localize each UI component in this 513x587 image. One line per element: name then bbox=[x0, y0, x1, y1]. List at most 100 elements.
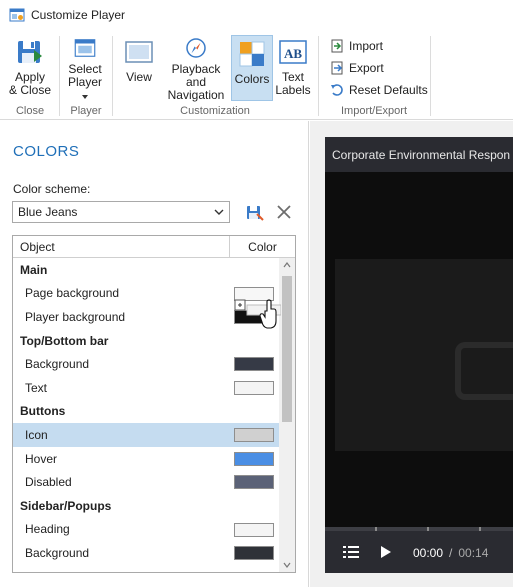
colors-button[interactable]: Colors bbox=[231, 35, 273, 101]
time-total: 00:14 bbox=[458, 546, 489, 560]
text-labels-button[interactable]: AB Text Labels bbox=[275, 34, 311, 102]
group-label-player: Player bbox=[70, 105, 102, 117]
table-row[interactable]: Disabled bbox=[13, 470, 279, 494]
reset-defaults-button[interactable]: Reset Defaults bbox=[330, 80, 428, 100]
player-window-icon bbox=[74, 39, 96, 57]
group-row: Top/Bottom bar bbox=[13, 328, 279, 353]
group-row: Buttons bbox=[13, 399, 279, 424]
color-swatch[interactable] bbox=[234, 428, 274, 443]
playback-navigation-button[interactable]: Playback and Navigation bbox=[161, 34, 231, 102]
group-label: Main bbox=[20, 262, 48, 277]
slide-shape bbox=[455, 342, 513, 400]
svg-text:AB: AB bbox=[284, 46, 302, 61]
apply-close-button[interactable]: Apply & Close bbox=[8, 34, 52, 102]
group-label-import-export: Import/Export bbox=[340, 105, 408, 117]
object-label: Icon bbox=[25, 427, 48, 442]
export-icon bbox=[331, 61, 343, 75]
column-header-object: Object bbox=[20, 240, 55, 254]
column-header-color: Color bbox=[229, 236, 295, 257]
object-label: Page background bbox=[25, 286, 120, 301]
view-button[interactable]: View bbox=[119, 34, 159, 102]
color-scheme-value: Blue Jeans bbox=[18, 205, 78, 219]
playback-label-2: Navigation bbox=[167, 88, 225, 102]
group-row: Main bbox=[13, 258, 279, 282]
ribbon-separator bbox=[112, 36, 113, 116]
view-icon bbox=[125, 41, 153, 63]
object-label: Text bbox=[25, 380, 48, 395]
table-row[interactable]: Text bbox=[13, 376, 279, 400]
progress-marker bbox=[375, 527, 377, 531]
player-controls: 00:00 / 00:14 bbox=[325, 527, 513, 573]
color-table: Object Color Main Page background Player b… bbox=[12, 235, 296, 573]
title-bar: Customize Player bbox=[0, 0, 513, 30]
table-row[interactable]: Icon bbox=[13, 423, 279, 447]
play-icon[interactable] bbox=[380, 545, 392, 559]
chevron-down-icon bbox=[214, 209, 224, 215]
color-swatch[interactable] bbox=[234, 522, 274, 537]
time-separator: / bbox=[449, 546, 453, 560]
player-title-bar: Corporate Environmental Respon bbox=[325, 137, 513, 172]
ribbon-separator bbox=[59, 36, 60, 116]
color-scheme-label: Color scheme: bbox=[13, 182, 91, 196]
select-player-button[interactable]: Select Player bbox=[64, 34, 106, 102]
outline-menu-icon[interactable] bbox=[343, 546, 359, 558]
color-swatch[interactable] bbox=[234, 380, 274, 395]
object-label: Background bbox=[25, 357, 90, 372]
table-scrollbar[interactable] bbox=[279, 258, 295, 572]
group-row: Sidebar/Popups bbox=[13, 493, 279, 518]
color-swatch[interactable] bbox=[234, 546, 274, 561]
table-row[interactable]: Hover bbox=[13, 447, 279, 471]
player-frame: Corporate Environmental Respon 00:00/00:… bbox=[325, 137, 513, 573]
group-label-close: Close bbox=[15, 105, 45, 117]
object-label: Player background bbox=[25, 309, 126, 324]
color-swatch[interactable] bbox=[234, 475, 274, 490]
customize-player-icon bbox=[9, 8, 25, 22]
colors-panel: COLORS Color scheme: Blue Jeans Object C… bbox=[0, 121, 309, 587]
ribbon: Apply & Close Select Player View Playbac… bbox=[0, 30, 513, 120]
color-swatch[interactable] bbox=[234, 357, 274, 372]
scroll-down-icon[interactable] bbox=[283, 562, 291, 568]
group-label-customization: Customization bbox=[180, 105, 250, 117]
import-button[interactable]: Import bbox=[330, 36, 383, 56]
player-preview: Corporate Environmental Respon 00:00/00:… bbox=[310, 121, 513, 587]
hand-cursor-icon bbox=[234, 299, 281, 329]
table-row[interactable]: Heading bbox=[13, 518, 279, 542]
time-current: 00:00 bbox=[413, 546, 444, 560]
progress-bar[interactable] bbox=[325, 527, 513, 531]
object-label: Disabled bbox=[25, 475, 72, 490]
playback-label-1: Playback and bbox=[171, 62, 221, 89]
reset-icon bbox=[331, 84, 343, 96]
progress-marker bbox=[427, 527, 429, 531]
import-label: Import bbox=[349, 39, 384, 53]
group-label: Buttons bbox=[20, 404, 66, 419]
window-title: Customize Player bbox=[31, 8, 126, 22]
text-labels-icon: AB bbox=[279, 40, 307, 64]
view-label: View bbox=[126, 70, 152, 84]
object-label: Background bbox=[25, 545, 90, 560]
color-swatch[interactable] bbox=[234, 451, 274, 466]
time-display: 00:00 / 00:14 bbox=[413, 546, 488, 560]
object-label: Heading bbox=[25, 522, 70, 537]
compass-icon bbox=[186, 38, 206, 58]
progress-marker bbox=[479, 527, 481, 531]
player-stage bbox=[325, 172, 513, 527]
scroll-up-icon[interactable] bbox=[283, 262, 291, 268]
colors-label: Colors bbox=[234, 72, 270, 86]
save-scheme-icon[interactable] bbox=[246, 204, 264, 222]
table-row[interactable]: Background bbox=[13, 352, 279, 376]
scrollbar-thumb[interactable] bbox=[282, 276, 292, 422]
color-scheme-select[interactable]: Blue Jeans bbox=[12, 201, 230, 223]
object-label: Hover bbox=[25, 451, 58, 466]
group-label: Top/Bottom bar bbox=[20, 333, 109, 348]
section-title: COLORS bbox=[13, 143, 80, 160]
table-header: Object Color bbox=[13, 236, 295, 258]
apply-label-2: & Close bbox=[8, 83, 52, 97]
import-icon bbox=[331, 39, 343, 53]
delete-scheme-icon[interactable] bbox=[275, 203, 293, 221]
export-button[interactable]: Export bbox=[330, 58, 384, 78]
reset-label: Reset Defaults bbox=[349, 83, 428, 97]
table-row[interactable]: Background bbox=[13, 541, 279, 565]
select-label-2: Player bbox=[64, 76, 106, 102]
colors-icon bbox=[239, 41, 265, 67]
text-labels-label-2: Labels bbox=[275, 83, 311, 97]
